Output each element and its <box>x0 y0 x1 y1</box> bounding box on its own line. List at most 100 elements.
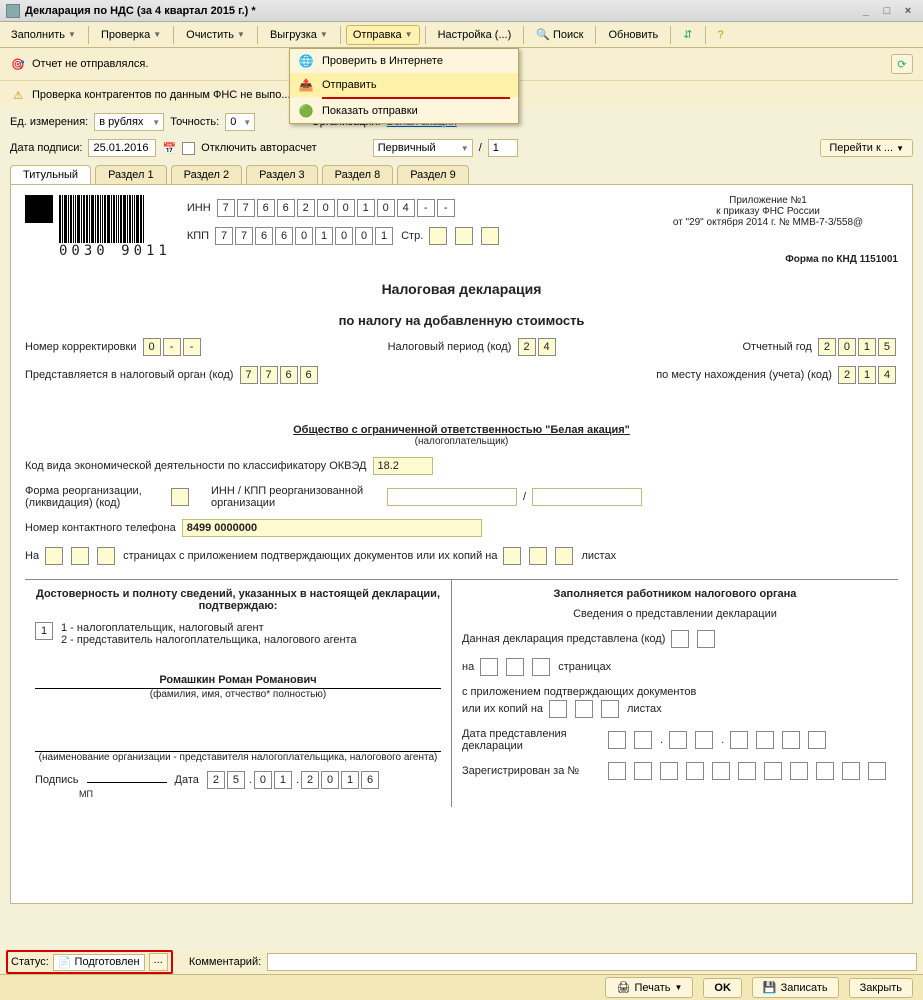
globe-icon: 🌐 <box>298 53 314 69</box>
check-button[interactable]: Проверка▼ <box>94 25 168 45</box>
status-bar: Статус: 📄Подготовлен ... Комментарий: <box>0 950 923 974</box>
slash-label: / <box>479 142 482 154</box>
payer-name: Общество с ограниченной ответственностью… <box>25 424 898 436</box>
okved-field[interactable]: 18.2 <box>373 457 433 475</box>
inn-label: ИНН <box>187 202 211 214</box>
pages-on: На <box>25 550 39 562</box>
doc-title1: Налоговая декларация <box>25 281 898 297</box>
precision-label: Точность: <box>170 116 219 128</box>
window-controls: _ □ × <box>857 5 917 17</box>
save-button[interactable]: 💾Записать <box>752 977 839 998</box>
date-cells: 25.01.2016 <box>207 771 381 789</box>
reorg-label: Форма реорганизации, (ликвидация) (код) <box>25 485 165 509</box>
not-sent-text: Отчет не отправлялся. <box>32 58 148 70</box>
period-label: Налоговый период (код) <box>388 341 512 353</box>
year-label: Отчетный год <box>742 341 811 353</box>
taxorg-label: Представляется в налоговый орган (код) <box>25 369 233 381</box>
disable-calc-label: Отключить авторасчет <box>201 142 317 154</box>
info-refresh-button[interactable]: ⟳ <box>891 54 913 74</box>
r2b: страницах <box>558 661 611 673</box>
reorg-inn-field[interactable] <box>387 488 517 506</box>
doc-icon: 📄 <box>58 956 72 969</box>
sign-type-cell[interactable]: 1 <box>35 622 53 640</box>
refresh-icon: ⟳ <box>897 58 906 71</box>
maximize-button[interactable]: □ <box>878 5 896 17</box>
calendar-icon[interactable]: 📅 <box>162 142 176 155</box>
refresh-button[interactable]: Обновить <box>601 25 665 45</box>
sign-date-label: Дата подписи: <box>10 142 82 154</box>
goto-button[interactable]: Перейти к ... ▼ <box>820 139 913 157</box>
menu-check-online[interactable]: 🌐Проверить в Интернете <box>290 49 518 73</box>
barcode <box>59 195 171 243</box>
export-button[interactable]: Выгрузка▼ <box>263 25 335 45</box>
inn-cells: 7766200104-- <box>217 199 457 217</box>
status-field[interactable]: 📄Подготовлен <box>53 954 145 971</box>
mp-label: МП <box>79 789 441 799</box>
org-repr-sub: (наименование организации - представител… <box>35 752 441 763</box>
fill-button[interactable]: Заполнить▼ <box>4 25 83 45</box>
close-button[interactable]: × <box>899 5 917 17</box>
phone-label: Номер контактного телефона <box>25 522 176 534</box>
type-combo[interactable]: Первичный <box>373 139 473 157</box>
toolbar: Заполнить▼ Проверка▼ Очистить▼ Выгрузка▼… <box>0 22 923 48</box>
r3b: или их копий на <box>462 703 543 715</box>
date-lbl: Дата <box>175 774 199 786</box>
reorg-kpp-field[interactable] <box>532 488 642 506</box>
titlebar: Декларация по НДС (за 4 квартал 2015 г.)… <box>0 0 923 22</box>
print-button[interactable]: 🖨Печать▼ <box>605 977 693 998</box>
precision-combo[interactable]: 0 <box>225 113 255 131</box>
status-label: Статус: <box>11 956 49 968</box>
two-column-block: Достоверность и полноту сведений, указан… <box>25 579 898 807</box>
right-col-title: Заполняется работником налогового органа <box>462 588 888 600</box>
black-square <box>25 195 53 223</box>
window-title: Декларация по НДС (за 4 квартал 2015 г.)… <box>25 5 857 17</box>
fio-sub: (фамилия, имя, отчество* полностью) <box>35 689 441 700</box>
right-sub: Сведения о представлении декларации <box>462 608 888 620</box>
tab-section2[interactable]: Раздел 2 <box>171 165 243 184</box>
sign-opt2: 2 - представитель налогоплательщика, нал… <box>61 634 357 646</box>
measure-combo[interactable]: в рублях <box>94 113 164 131</box>
tab-title[interactable]: Титульный <box>10 165 91 184</box>
warn-text: Проверка контрагентов по данным ФНС не в… <box>32 89 291 101</box>
tab-section1[interactable]: Раздел 1 <box>95 165 167 184</box>
num-field[interactable]: 1 <box>488 139 518 157</box>
measure-label: Ед. измерения: <box>10 116 88 128</box>
r3c: листах <box>627 703 662 715</box>
disable-calc-checkbox[interactable] <box>182 142 195 155</box>
doc-title2: по налогу на добавленную стоимость <box>25 313 898 328</box>
printer-icon: 🖨 <box>616 981 630 994</box>
menu-show-sends[interactable]: 🟢Показать отправки <box>290 99 518 123</box>
status-dots-button[interactable]: ... <box>149 953 168 971</box>
warning-icon: ⚠ <box>10 87 26 103</box>
params-row2: Дата подписи: 25.01.2016 📅 Отключить авт… <box>0 135 923 161</box>
nav-button[interactable]: ⇵ <box>676 24 699 45</box>
help-button[interactable]: ? <box>711 25 731 45</box>
clear-button[interactable]: Очистить▼ <box>179 25 252 45</box>
kpp-label: КПП <box>187 230 209 242</box>
send-button[interactable]: Отправка▼ <box>346 25 420 45</box>
menu-send[interactable]: 📤Отправить <box>290 73 518 97</box>
tab-section3[interactable]: Раздел 3 <box>246 165 318 184</box>
payer-sub: (налогоплательщик) <box>25 436 898 447</box>
app-icon <box>6 4 20 18</box>
ok-button[interactable]: OK <box>703 978 742 998</box>
minimize-button[interactable]: _ <box>857 5 875 17</box>
appendix-block: Приложение №1 к приказу ФНС России от "2… <box>638 195 898 265</box>
comment-field[interactable] <box>267 953 917 971</box>
settings-button[interactable]: Настройка (...) <box>431 25 519 45</box>
pages-end: листах <box>581 550 616 562</box>
badge-icon: 🎯 <box>10 56 26 72</box>
left-col-title: Достоверность и полноту сведений, указан… <box>35 588 441 612</box>
sign-date-field[interactable]: 25.01.2016 <box>88 139 156 157</box>
r5: Зарегистрирован за № <box>462 765 602 777</box>
document-area: 0030 9011 ИНН 7766200104-- КПП 776601001… <box>10 184 913 904</box>
phone-field[interactable]: 8499 0000000 <box>182 519 482 537</box>
search-button[interactable]: 🔍Поиск <box>529 24 590 45</box>
updown-icon: ⇵ <box>683 28 692 41</box>
tab-section9[interactable]: Раздел 9 <box>397 165 469 184</box>
corr-label: Номер корректировки <box>25 341 136 353</box>
save-icon: 💾 <box>763 981 777 994</box>
close-btn[interactable]: Закрыть <box>849 978 913 998</box>
comment-label: Комментарий: <box>189 956 261 968</box>
tab-section8[interactable]: Раздел 8 <box>322 165 394 184</box>
